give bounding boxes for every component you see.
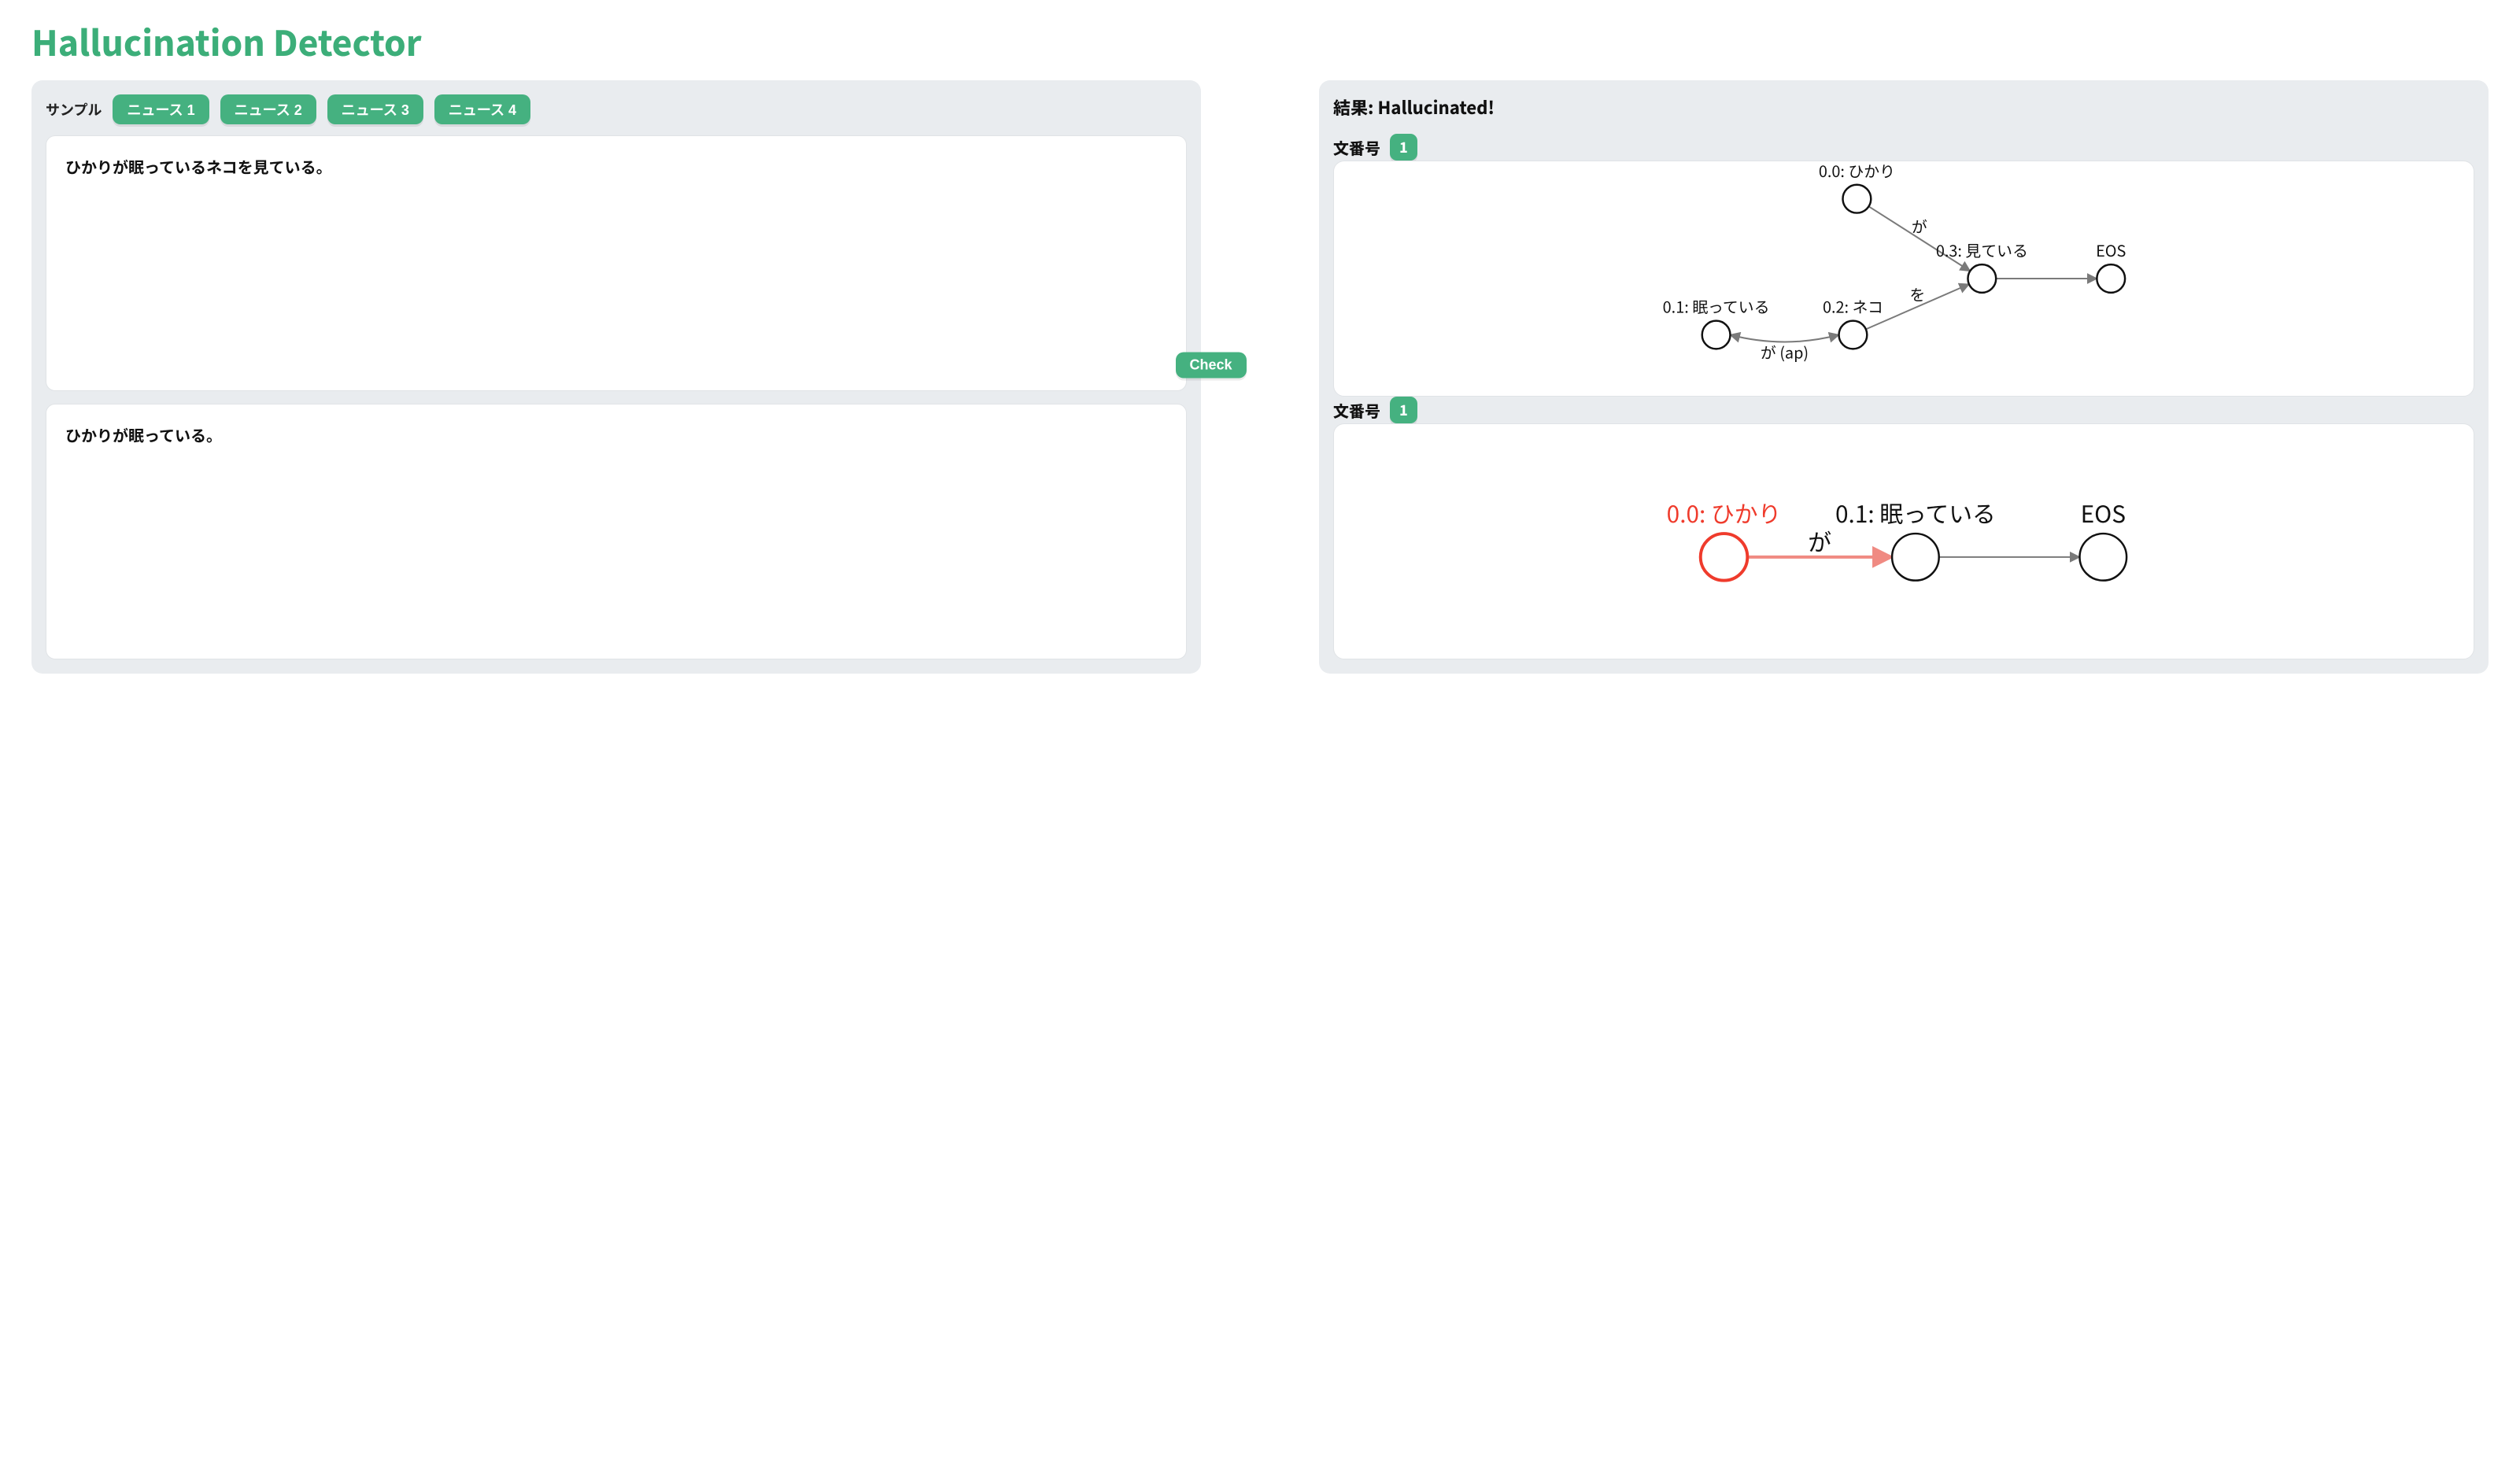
graph-node-label: 0.0: ひかり — [1819, 161, 1895, 182]
graph-node-label: 0.0: ひかり — [1667, 495, 1782, 530]
sample-button-1[interactable]: ニュース 1 — [113, 94, 209, 124]
graph-node-label: 0.1: 眠っている — [1835, 495, 1996, 530]
sample-label: サンプル — [46, 99, 102, 120]
sentence-row: 文番号 1 — [1333, 397, 2474, 423]
sentence-label: 文番号 — [1333, 136, 1380, 159]
page-title: Hallucination Detector — [31, 16, 2489, 66]
result-verdict: Hallucinated! — [1377, 94, 1495, 120]
graph-edge-label: が (ap) — [1761, 340, 1809, 363]
check-button[interactable]: Check — [1176, 352, 1247, 378]
sentence-index-badge: 1 — [1390, 397, 1417, 423]
sample-button-2[interactable]: ニュース 2 — [220, 94, 316, 124]
graph-node-label: EOS — [2096, 238, 2126, 261]
graph-node — [1892, 534, 1939, 581]
graph-edge-label: が — [1808, 523, 1831, 558]
result-title: 結果: Hallucinated! — [1333, 94, 2474, 120]
result-prefix: 結果: — [1333, 94, 1377, 120]
graph-node-label: EOS — [2081, 495, 2126, 530]
graph-node — [2080, 534, 2127, 581]
sentence-row: 文番号 1 — [1333, 134, 2474, 161]
graph-node-label: 0.3: 見ている — [1936, 238, 2028, 261]
sentence-label: 文番号 — [1333, 399, 1380, 422]
graph-edge-label: を — [1909, 283, 1925, 305]
graph-node — [1968, 264, 1996, 293]
sentence-index-badge: 1 — [1390, 134, 1417, 161]
dependency-graph: がが (ap) を 0.0: ひかり 0.1: 眠っている 0.2: ネコ 0.3: 見て… — [1333, 161, 2474, 397]
sample-row: サンプル ニュース 1 ニュース 2 ニュース 3 ニュース 4 — [46, 94, 1187, 124]
graph-node — [1839, 321, 1868, 349]
summary-text-input[interactable] — [46, 404, 1187, 659]
graph-node — [1701, 534, 1748, 581]
sample-button-3[interactable]: ニュース 3 — [327, 94, 423, 124]
result-panel: 結果: Hallucinated! 文番号1がが (ap)を0.0: ひかり0.… — [1319, 80, 2489, 674]
graph-edge-label: が — [1912, 214, 1927, 237]
graph-node-label: 0.1: 眠っている — [1663, 295, 1770, 318]
graph-node-label: 0.2: ネコ — [1823, 295, 1883, 318]
source-text-input[interactable] — [46, 135, 1187, 391]
input-panel: サンプル ニュース 1 ニュース 2 ニュース 3 ニュース 4 — [31, 80, 1201, 674]
sample-button-4[interactable]: ニュース 4 — [434, 94, 530, 124]
graph-node — [2097, 264, 2125, 293]
main-layout: サンプル ニュース 1 ニュース 2 ニュース 3 ニュース 4 結果: Hal… — [31, 80, 2489, 674]
graph-node — [1702, 321, 1731, 349]
dependency-graph: が 0.0: ひかり 0.1: 眠っている EOS — [1333, 423, 2474, 659]
graph-node — [1843, 185, 1872, 213]
